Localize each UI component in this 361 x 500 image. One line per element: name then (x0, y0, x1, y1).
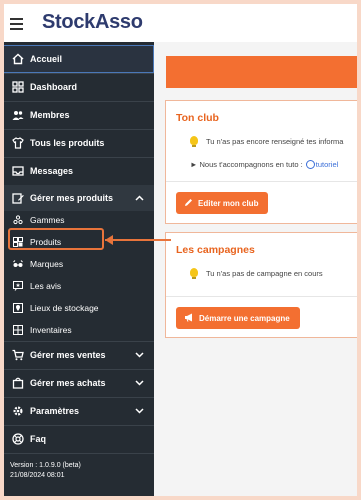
chevron-down-icon (135, 378, 144, 388)
sidebar-item-dashboard[interactable]: Dashboard (4, 73, 154, 101)
sidebar-item-label: Gérer mes ventes (30, 350, 106, 360)
chevron-down-icon (135, 406, 144, 416)
sidebar-subitem-label: Lieux de stockage (30, 303, 99, 313)
grid-dots-icon (13, 215, 23, 225)
sidebar-item-label: Gérer mes produits (30, 193, 114, 203)
campaigns-card: Les campagnes Tu n'as pas de campagne en… (165, 232, 357, 338)
sidebar-item-label: Messages (30, 166, 74, 176)
lightbulb-icon (190, 268, 198, 279)
sidebar-item-label: Dashboard (30, 82, 78, 92)
app-window: StockAsso Accueil Dashboard Membres Tous… (4, 4, 357, 496)
sidebar-item-gerer-mes-produits[interactable]: Gérer mes produits (4, 185, 154, 211)
campaigns-info-text: Tu n'as pas de campagne en cours (206, 269, 323, 278)
sidebar-item-label: Tous les produits (30, 138, 105, 148)
sidebar-subitem-les-avis[interactable]: Les avis (4, 275, 154, 297)
chevron-down-icon (135, 350, 144, 360)
tutorial-help-text: ► Nous t'accompagnons en tuto : tutoriel (190, 159, 339, 170)
sidebar-item-label: Faq (30, 434, 47, 444)
sidebar-item-accueil[interactable]: Accueil (4, 45, 154, 73)
home-icon (12, 53, 24, 65)
sidebar-item-tous-les-produits[interactable]: Tous les produits (4, 129, 154, 157)
version-label: Version : 1.0.9.0 (beta) (10, 462, 81, 469)
campaigns-card-title: Les campagnes (176, 244, 255, 256)
sidebar-item-parametres[interactable]: Paramètres (4, 397, 154, 425)
tutorial-link[interactable]: tutoriel (316, 160, 339, 169)
link-icon (305, 159, 315, 169)
app-logo[interactable]: StockAsso (42, 11, 143, 34)
version-info: Version : 1.0.9.0 (beta) 21/08/2024 08:0… (10, 461, 81, 481)
produits-highlight-box (8, 228, 104, 250)
tutorial-help-prefix: ► Nous t'accompagnons en tuto : (190, 160, 303, 169)
sidebar-subitem-lieux-de-stockage[interactable]: Lieux de stockage (4, 297, 154, 319)
main-content: Ton club Tu n'as pas encore renseigné te… (154, 42, 357, 496)
megaphone-icon (184, 313, 194, 324)
sidebar-item-label: Accueil (30, 54, 63, 64)
sidebar-subitem-marques[interactable]: Marques (4, 253, 154, 275)
sidebar-subitem-inventaires[interactable]: Inventaires (4, 319, 154, 341)
sidebar-item-gerer-mes-achats[interactable]: Gérer mes achats (4, 369, 154, 397)
club-card: Ton club Tu n'as pas encore renseigné te… (165, 100, 357, 224)
arrow-head-icon (105, 235, 113, 245)
pencil-icon (184, 198, 193, 209)
top-bar: StockAsso (4, 4, 357, 43)
divider (4, 453, 154, 454)
hamburger-menu-icon[interactable] (10, 18, 23, 30)
box-edit-icon (12, 192, 24, 204)
dashboard-icon (12, 81, 24, 93)
sidebar-item-faq[interactable]: Faq (4, 425, 154, 453)
cart-icon (12, 349, 24, 361)
glasses-icon (13, 259, 23, 269)
sidebar-item-label: Membres (30, 110, 70, 120)
chevron-up-icon (135, 193, 144, 203)
sidebar-subitem-label: Inventaires (30, 325, 72, 335)
divider (166, 296, 357, 297)
sidebar-subitem-label: Marques (30, 259, 64, 269)
lightbulb-icon (190, 136, 198, 147)
tshirt-icon (12, 137, 24, 149)
location-icon (13, 303, 23, 313)
edit-club-button-label: Editer mon club (198, 198, 259, 208)
sidebar-subitem-label: Gammes (30, 215, 65, 225)
sidebar-subitem-label: Les avis (30, 281, 62, 291)
members-icon (12, 109, 24, 121)
version-date: 21/08/2024 08:01 (10, 472, 65, 479)
inventory-icon (13, 325, 23, 335)
bag-icon (12, 377, 24, 389)
inbox-icon (12, 165, 24, 177)
sidebar: Accueil Dashboard Membres Tous les produ… (4, 42, 154, 496)
sidebar-item-messages[interactable]: Messages (4, 157, 154, 185)
club-card-title: Ton club (176, 112, 219, 124)
sidebar-item-membres[interactable]: Membres (4, 101, 154, 129)
gear-icon (12, 405, 24, 417)
annotation-arrow (105, 239, 171, 241)
start-campaign-button-label: Démarre une campagne (199, 313, 290, 323)
header-banner (166, 56, 357, 88)
start-campaign-button[interactable]: Démarre une campagne (176, 307, 300, 329)
edit-club-button[interactable]: Editer mon club (176, 192, 269, 214)
help-icon (12, 433, 24, 445)
club-info-text: Tu n'as pas encore renseigné tes informa (206, 137, 344, 146)
sidebar-item-gerer-mes-ventes[interactable]: Gérer mes ventes (4, 341, 154, 369)
sidebar-item-label: Gérer mes achats (30, 378, 106, 388)
divider (166, 181, 357, 182)
reviews-icon (13, 281, 23, 291)
sidebar-item-label: Paramètres (30, 406, 80, 416)
